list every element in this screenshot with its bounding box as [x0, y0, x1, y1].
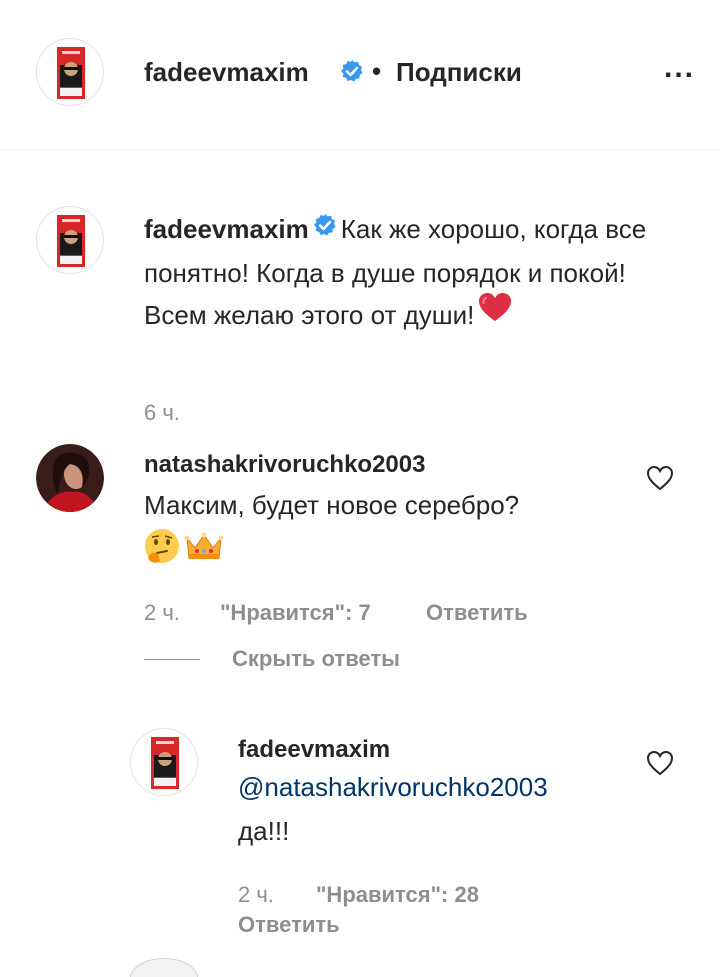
replies-divider — [144, 659, 200, 660]
book-cover-icon — [57, 47, 85, 99]
hide-replies-button[interactable]: Скрыть ответы — [232, 646, 400, 672]
profile-avatar[interactable] — [36, 38, 104, 106]
caption-time: 6 ч. — [144, 400, 180, 425]
heart-outline-icon[interactable] — [646, 465, 674, 496]
post-caption: fadeevmaxim Как же хорошо, когда все поня… — [144, 208, 684, 338]
comment-username[interactable]: natashakrivoruchko2003 — [144, 451, 425, 479]
verified-badge-icon — [313, 207, 337, 249]
comment-time[interactable]: 2 ч. — [144, 600, 180, 626]
reply-reply-button[interactable]: Ответить — [238, 912, 340, 938]
reply-text: да!!! — [238, 816, 290, 846]
header-username[interactable]: fadeevmaxim — [144, 57, 309, 88]
commenter-avatar[interactable] — [36, 444, 104, 512]
caption-avatar[interactable] — [36, 206, 104, 274]
post-header: fadeevmaxim • Подписки ... — [0, 0, 720, 150]
following-button[interactable]: Подписки — [396, 57, 522, 88]
verified-badge-icon — [340, 59, 364, 88]
heart-outline-icon[interactable] — [646, 750, 674, 781]
reply-button[interactable]: Ответить — [426, 600, 528, 626]
reply-username[interactable]: fadeevmaxim — [238, 736, 390, 764]
book-cover-icon — [151, 737, 179, 789]
reply-mention-link[interactable]: @natashakrivoruchko2003 — [238, 766, 548, 808]
reply-time[interactable]: 2 ч. — [238, 882, 274, 908]
book-cover-icon — [57, 215, 85, 267]
reply-likes-count[interactable]: "Нравится": 28 — [316, 882, 479, 908]
crown-emoji — [184, 530, 224, 567]
more-options-icon[interactable]: ... — [664, 53, 695, 83]
user-photo-icon — [36, 444, 104, 512]
separator-dot: • — [372, 56, 382, 86]
next-comment-avatar-partial — [130, 958, 198, 977]
caption-username[interactable]: fadeevmaxim — [144, 214, 309, 244]
comment-text: Максим, будет новое серебро? — [144, 490, 520, 520]
reply-avatar[interactable] — [130, 728, 198, 796]
thinking-face-emoji — [144, 528, 180, 569]
comment-likes-count[interactable]: "Нравится": 7 — [220, 600, 371, 626]
red-heart-emoji — [478, 292, 512, 334]
